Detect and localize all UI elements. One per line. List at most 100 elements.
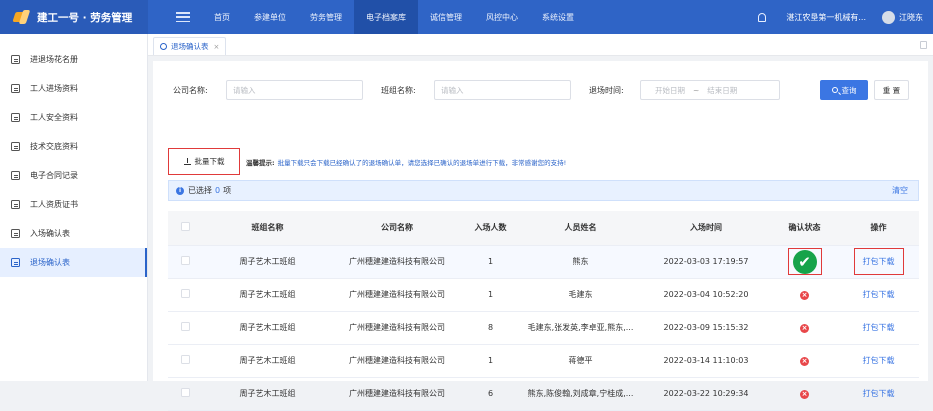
info-icon: i [176,186,184,195]
username[interactable]: 江晓东 [899,12,923,23]
select-all-checkbox[interactable] [180,222,190,232]
selection-prefix: 已选择 [188,186,212,195]
action-cell: 打包下载 [838,344,919,378]
entry-count-cell: 6 [461,377,520,411]
entry-time-cell: 2022-03-03 17:19:57 [641,245,771,279]
package-download-link[interactable]: 打包下载 [863,356,895,365]
entry-time-cell: 2022-03-04 10:52:20 [641,278,771,312]
company-name-input[interactable]: 请输入 [226,80,363,100]
table-body: 周子艺木工班组 广州穗建建造科技有限公司 1 熊东 2022-03-03 17:19:5… [168,245,919,411]
worker-names-cell: 毛建东 [520,278,641,312]
sidebar-item[interactable]: 工人进场资料 [0,74,147,103]
reset-button[interactable]: 重 置 [874,80,909,100]
column-header: 操作 [838,211,919,246]
search-icon [831,87,838,93]
query-button[interactable]: 查询 [820,80,868,100]
team-name-input[interactable]: 请输入 [434,80,571,100]
table-row[interactable]: 周子艺木工班组 广州穗建建造科技有限公司 6 熊东,陈俊翰,刘成章,宁桂成,... 20… [168,377,919,411]
sidebar-item-label: 工人安全资料 [30,113,78,122]
document-icon [11,200,20,209]
clear-selection-link[interactable]: 清空 [892,185,908,196]
sidebar-item[interactable]: 入场确认表 [0,219,147,248]
table-row[interactable]: 周子艺木工班组 广州穗建建造科技有限公司 8 毛建东,张发英,李卓亚,熊东,... 20… [168,311,919,345]
team-name-cell: 周子艺木工班组 [202,311,333,345]
table-row[interactable]: 周子艺木工班组 广州穗建建造科技有限公司 1 毛建东 2022-03-04 10:52:… [168,278,919,312]
download-tip: 温馨提示: 批量下载只会下载已经确认了的退场确认单，请您选择已确认的退场单进行下载… [246,157,566,167]
table-row[interactable]: 周子艺木工班组 广州穗建建造科技有限公司 1 蒋德平 2022-03-14 11:10:… [168,344,919,378]
team-name-label: 班组名称: [381,86,416,95]
package-download-link[interactable]: 打包下载 [863,290,895,299]
table-row[interactable]: 周子艺木工班组 广州穗建建造科技有限公司 1 熊东 2022-03-03 17:19:5… [168,245,919,279]
package-download-link[interactable]: 打包下载 [863,389,895,398]
app-logo[interactable]: 建工一号 · 劳务管理 [0,0,148,34]
status-cell: × [771,311,838,345]
action-cell: 打包下载 [838,377,919,411]
sidebar-item-label: 技术交底资料 [30,142,78,151]
end-date-input[interactable]: 结束日期 [707,85,737,96]
top-nav-item[interactable]: 电子档案库 [354,0,418,34]
worker-names-cell: 蒋德平 [520,344,641,378]
avatar[interactable] [882,10,895,24]
team-name-cell: 周子艺木工班组 [202,344,333,378]
start-date-input[interactable]: 开始日期 [655,85,685,96]
sidebar-item[interactable]: 工人安全资料 [0,103,147,132]
current-company[interactable]: 湛江农垦第一机械有... [786,12,866,23]
entry-count-cell: 1 [461,278,520,312]
worker-names-cell: 熊东,陈俊翰,刘成章,宁桂成,... [520,377,641,411]
top-nav-item[interactable]: 劳务管理 [298,0,354,34]
row-checkbox[interactable] [180,322,190,331]
sidebar-item-label: 工人资质证书 [30,200,78,209]
lock-icon[interactable] [920,41,927,49]
sidebar-item[interactable]: 退场确认表 [0,248,147,277]
column-header: 入场人数 [461,211,520,246]
row-checkbox[interactable] [180,256,190,265]
worker-names-cell: 毛建东,张发英,李卓亚,熊东,... [520,311,641,345]
top-right-area: 湛江农垦第一机械有... 江晓东 [756,0,933,34]
entry-time-cell: 2022-03-14 11:10:03 [641,344,771,378]
close-icon[interactable]: × [214,43,220,51]
row-checkbox[interactable] [180,355,190,364]
date-separator: ~ [693,85,700,95]
batch-download-button[interactable]: 批量下载 [168,148,240,175]
package-download-link[interactable]: 打包下载 [863,323,895,332]
date-range-picker[interactable]: 开始日期 ~ 结束日期 [640,80,780,100]
status-cell: × [771,278,838,312]
logo-icon [14,10,30,24]
content-panel: 公司名称: 请输入 班组名称: 请输入 退场时间: 开始日期 ~ 结束日期 查询… [153,61,928,411]
app-title: 建工一号 · 劳务管理 [37,11,133,24]
column-header: 人员姓名 [520,211,641,246]
row-checkbox[interactable] [180,388,190,397]
select-all-cell[interactable] [168,211,202,246]
x-circle-icon: × [800,356,809,366]
top-nav-item[interactable]: 风控中心 [474,0,530,34]
top-nav: 首页 参建单位 劳务管理 电子档案库 诚信管理 风控中心 系统设置 [202,0,586,34]
selection-count: 0 [215,186,221,195]
x-circle-icon: × [800,290,809,300]
sidebar-item-label: 电子合同记录 [30,171,78,180]
top-nav-item[interactable]: 参建单位 [242,0,298,34]
package-download-link[interactable]: 打包下载 [853,248,904,275]
document-icon [11,55,20,64]
sidebar-item[interactable]: 工人资质证书 [0,190,147,219]
entry-time-cell: 2022-03-09 15:15:32 [641,311,771,345]
top-nav-item[interactable]: 诚信管理 [418,0,474,34]
bell-icon[interactable] [756,12,767,22]
menu-toggle-icon[interactable] [176,12,190,22]
tip-label: 温馨提示: [246,159,275,167]
status-cell: × [771,377,838,411]
tab-exit-confirmation[interactable]: 退场确认表 × [153,37,227,55]
tab-status-icon [160,43,167,50]
document-icon [11,142,20,151]
status-cell: ✔ [771,245,838,279]
top-nav-item[interactable]: 首页 [202,0,242,34]
top-nav-item[interactable]: 系统设置 [530,0,586,34]
team-name-cell: 周子艺木工班组 [202,377,333,411]
check-icon: ✔ [792,249,817,274]
sidebar-item[interactable]: 技术交底资料 [0,132,147,161]
sidebar-item[interactable]: 电子合同记录 [0,161,147,190]
status-cell: × [771,344,838,378]
tip-text: 批量下载只会下载已经确认了的退场确认单，请您选择已确认的退场单进行下载，非常感谢… [277,159,567,167]
sidebar-item[interactable]: 进退场花名册 [0,45,147,74]
row-checkbox[interactable] [180,289,190,298]
selection-bar: i 已选择 0 项 清空 [168,180,919,201]
